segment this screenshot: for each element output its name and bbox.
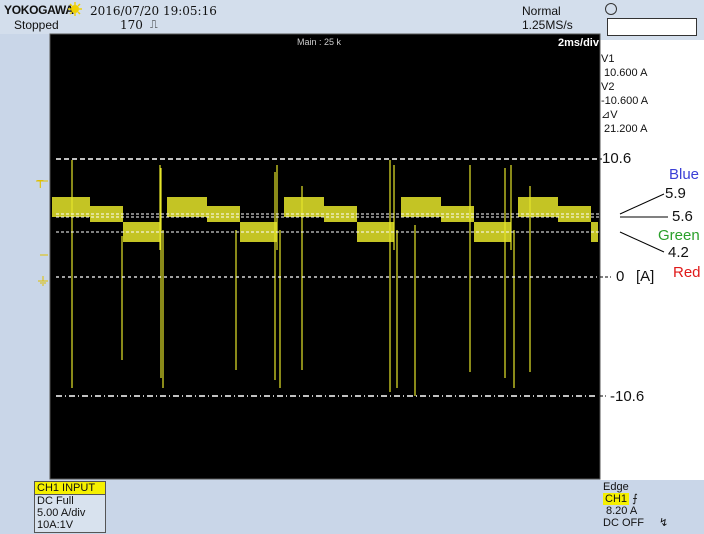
trigger-type: Edge <box>603 481 629 493</box>
value-green: 4.2 <box>668 244 689 261</box>
trigger-source-row: CH1 ⨍ <box>603 493 668 505</box>
ch1-settings-panel[interactable]: CH1 INPUT DC Full 5.00 A/div 10A:1V <box>34 481 106 533</box>
ground-marker-icon <box>38 276 48 286</box>
leader-blue <box>619 193 665 215</box>
ch1-trigger-marker: T <box>36 178 48 191</box>
ch1-coupling: DC Full <box>37 495 74 507</box>
hf-reject-icon: ↯ <box>659 517 669 529</box>
label-green: Green <box>658 227 700 244</box>
trigger-coupling-row: DC OFF ↯ <box>603 517 669 529</box>
time-per-div: 2ms/div <box>558 37 599 49</box>
value-zero: 0 <box>616 268 625 285</box>
trigger-level: 8.20 A <box>606 505 638 517</box>
ch1-vdiv: 5.00 A/div <box>37 507 86 519</box>
scope-display: T <box>36 33 668 480</box>
svg-text:T: T <box>37 178 44 191</box>
waveform-screen <box>50 34 600 479</box>
ch1-title: CH1 INPUT <box>35 482 105 495</box>
ch1-probe: 10A:1V <box>37 519 74 531</box>
trigger-settings-panel[interactable]: Edge CH1 ⨍ 8.20 A DC OFF ↯ <box>603 481 668 529</box>
label-top-line: 10.6 <box>602 150 632 167</box>
rising-edge-icon: ⨍ <box>632 493 638 505</box>
trigger-source: CH1 <box>603 493 630 505</box>
label-blue: Blue <box>669 166 700 183</box>
value-blue: 5.9 <box>665 185 686 202</box>
value-mid: 5.6 <box>672 208 693 225</box>
label-red: Red <box>673 264 701 281</box>
unit-zero: [A] <box>636 268 655 285</box>
label-bottom-line: -10.6 <box>610 388 645 405</box>
main-record-length: Main : 25 k <box>297 37 342 47</box>
